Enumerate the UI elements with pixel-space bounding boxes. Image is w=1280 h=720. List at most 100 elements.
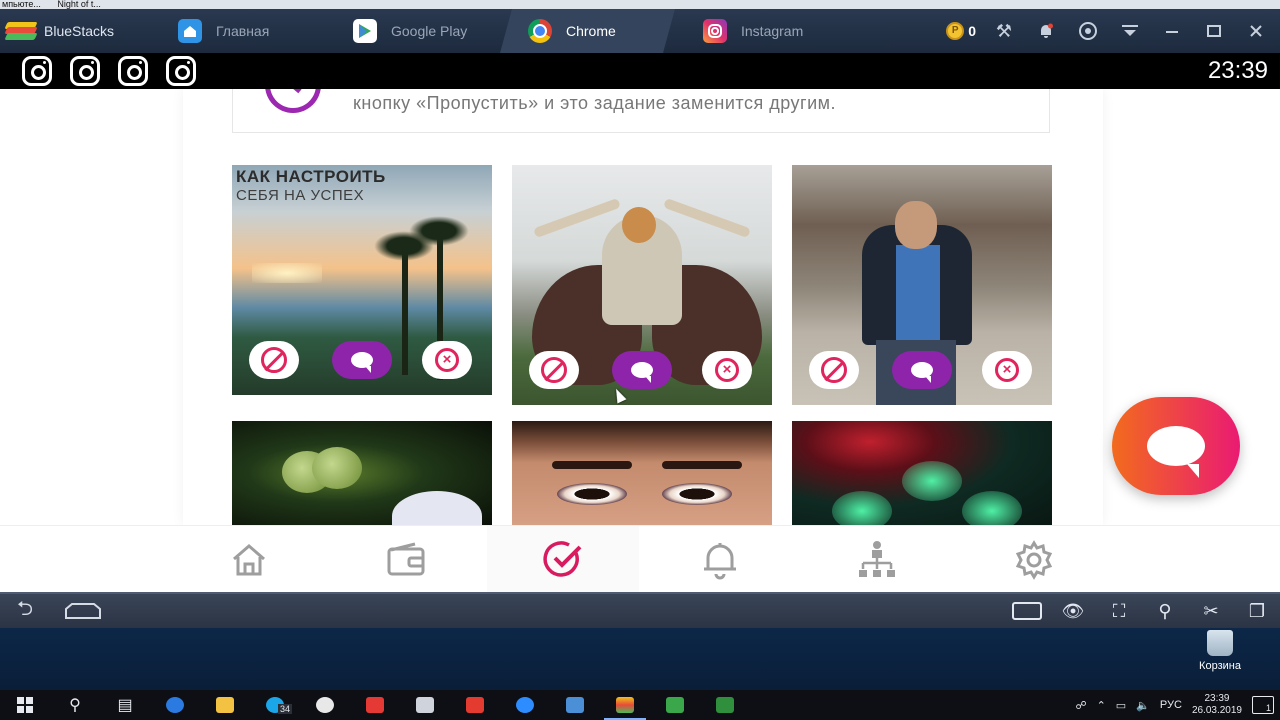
android-status-bar: 23:39 <box>0 53 1280 89</box>
notice-text: кнопку «Пропустить» и это задание замени… <box>353 93 837 113</box>
tasks-check-icon <box>543 541 582 577</box>
tab-instagram[interactable]: Instagram <box>675 9 850 53</box>
recycle-bin-label: Корзина <box>1199 660 1241 672</box>
post-card[interactable]: × <box>792 165 1052 405</box>
nav-referrals[interactable] <box>855 538 899 582</box>
calculator-icon[interactable] <box>400 690 450 720</box>
post-actions: × <box>232 341 492 385</box>
close-icon: × <box>715 358 739 382</box>
close-button[interactable]: × <box>702 351 752 389</box>
skip-icon <box>821 357 847 383</box>
nav-home[interactable] <box>227 538 271 582</box>
menu-dropdown-icon[interactable] <box>1116 17 1144 45</box>
play-store-icon <box>353 19 377 43</box>
notification-count: 1 <box>1265 703 1271 713</box>
coin-icon: P <box>946 22 965 40</box>
android-nav-bar: ⮌ 👁 ⛶ ⚲ ✂ ❐ <box>0 592 1280 628</box>
tab-chrome[interactable]: Chrome <box>500 9 675 53</box>
titlebar-controls: P 0 ⚒ <box>946 9 1280 53</box>
tab-label: Chrome <box>566 23 616 39</box>
post-actions: × <box>792 351 1052 395</box>
post-caption: КАК НАСТРОИТЬ СЕБЯ НА УСПЕХ <box>232 165 390 206</box>
close-button[interactable]: × <box>422 341 472 379</box>
zoom-icon[interactable] <box>500 690 550 720</box>
eye-icon[interactable]: 👁 <box>1058 599 1088 623</box>
people-icon[interactable]: ☍ <box>1075 699 1086 712</box>
clock-date: 26.03.2019 <box>1191 705 1242 716</box>
action-center-icon[interactable]: 1 <box>1252 696 1274 714</box>
multi-window-icon[interactable]: ❐ <box>1242 599 1272 623</box>
yandex-icon[interactable] <box>350 690 400 720</box>
instagram-icon <box>118 56 148 86</box>
comment-button[interactable] <box>332 341 392 379</box>
post-card[interactable]: КАК НАСТРОИТЬ СЕБЯ НА УСПЕХ × <box>232 165 492 395</box>
app-icon[interactable] <box>550 690 600 720</box>
skip-button[interactable] <box>529 351 579 389</box>
tab-home[interactable]: Главная <box>150 9 325 53</box>
top-strip-item[interactable]: мпьюте... <box>0 0 41 9</box>
screen: мпьюте... Night of t... BlueStacks Главн… <box>0 0 1280 720</box>
tools-icon[interactable]: ⚒ <box>990 17 1018 45</box>
bluestacks-titlebar: BlueStacks Главная Google Play Chrome In… <box>0 9 1280 53</box>
recycle-bin[interactable]: Корзина <box>1182 628 1258 672</box>
coin-counter[interactable]: P 0 <box>946 22 976 40</box>
instagram-icon <box>703 19 727 43</box>
post-card[interactable]: × <box>512 165 772 405</box>
bluestacks-logo[interactable]: BlueStacks <box>0 9 150 53</box>
tab-label: Instagram <box>741 23 804 39</box>
home-icon[interactable] <box>64 600 102 622</box>
taskbar-clock[interactable]: 23:39 26.03.2019 <box>1192 693 1242 717</box>
nav-notifications[interactable] <box>698 538 742 582</box>
file-explorer-icon[interactable] <box>200 690 250 720</box>
media-app-icon[interactable] <box>450 690 500 720</box>
close-icon[interactable] <box>1242 17 1270 45</box>
instagram-icon <box>70 56 100 86</box>
account-icon[interactable] <box>1074 17 1102 45</box>
task-view-icon[interactable]: ▤ <box>100 690 150 720</box>
notifications-bell-icon[interactable] <box>1032 17 1060 45</box>
skip-button[interactable] <box>249 341 299 379</box>
language-indicator[interactable]: РУС <box>1160 699 1182 711</box>
clock-time: 23:39 <box>1204 693 1230 704</box>
maximize-icon[interactable] <box>1200 17 1228 45</box>
location-icon[interactable]: ⚲ <box>1150 599 1180 623</box>
chat-fab-button[interactable] <box>1112 397 1240 495</box>
nav-wallet[interactable] <box>384 538 428 582</box>
tray-expand-icon[interactable]: ⌃ <box>1097 699 1106 712</box>
search-icon[interactable]: ⚲ <box>50 690 100 720</box>
top-strip-item[interactable]: Night of t... <box>55 0 101 9</box>
bluestacks-icon <box>4 22 38 40</box>
skype-icon[interactable]: 34 <box>250 690 300 720</box>
camtasia-recorder-icon[interactable] <box>700 690 750 720</box>
post-actions: × <box>512 351 772 395</box>
nav-tasks[interactable] <box>541 538 585 582</box>
minimize-icon[interactable] <box>1158 17 1186 45</box>
settings-gear-icon <box>1015 540 1053 580</box>
instagram-icon <box>166 56 196 86</box>
home-icon <box>233 544 265 576</box>
bluestacks-taskbar-icon[interactable] <box>600 690 650 720</box>
back-icon[interactable]: ⮌ <box>6 598 44 622</box>
comment-button[interactable] <box>892 351 952 389</box>
yandex-browser-icon[interactable] <box>300 690 350 720</box>
post-card[interactable] <box>792 421 1052 525</box>
windows-start-icon[interactable] <box>0 690 50 720</box>
keyboard-icon[interactable] <box>1012 599 1042 623</box>
nav-settings[interactable] <box>1012 538 1056 582</box>
caption-line: КАК НАСТРОИТЬ <box>236 167 386 186</box>
comment-button[interactable] <box>612 351 672 389</box>
fullscreen-icon[interactable]: ⛶ <box>1104 599 1134 623</box>
comment-icon <box>351 352 373 373</box>
post-card[interactable] <box>512 421 772 525</box>
network-icon[interactable]: ▭ <box>1116 699 1126 712</box>
system-tray: ☍ ⌃ ▭ 🔈 РУС 23:39 26.03.2019 1 <box>1075 693 1280 717</box>
skip-button[interactable] <box>809 351 859 389</box>
volume-icon[interactable]: 🔈 <box>1136 699 1150 712</box>
edge-icon[interactable] <box>150 690 200 720</box>
camtasia-icon[interactable] <box>650 690 700 720</box>
post-image <box>792 421 1052 525</box>
tab-google-play[interactable]: Google Play <box>325 9 500 53</box>
post-card[interactable] <box>232 421 492 525</box>
scissors-icon[interactable]: ✂ <box>1196 599 1226 623</box>
close-button[interactable]: × <box>982 351 1032 389</box>
